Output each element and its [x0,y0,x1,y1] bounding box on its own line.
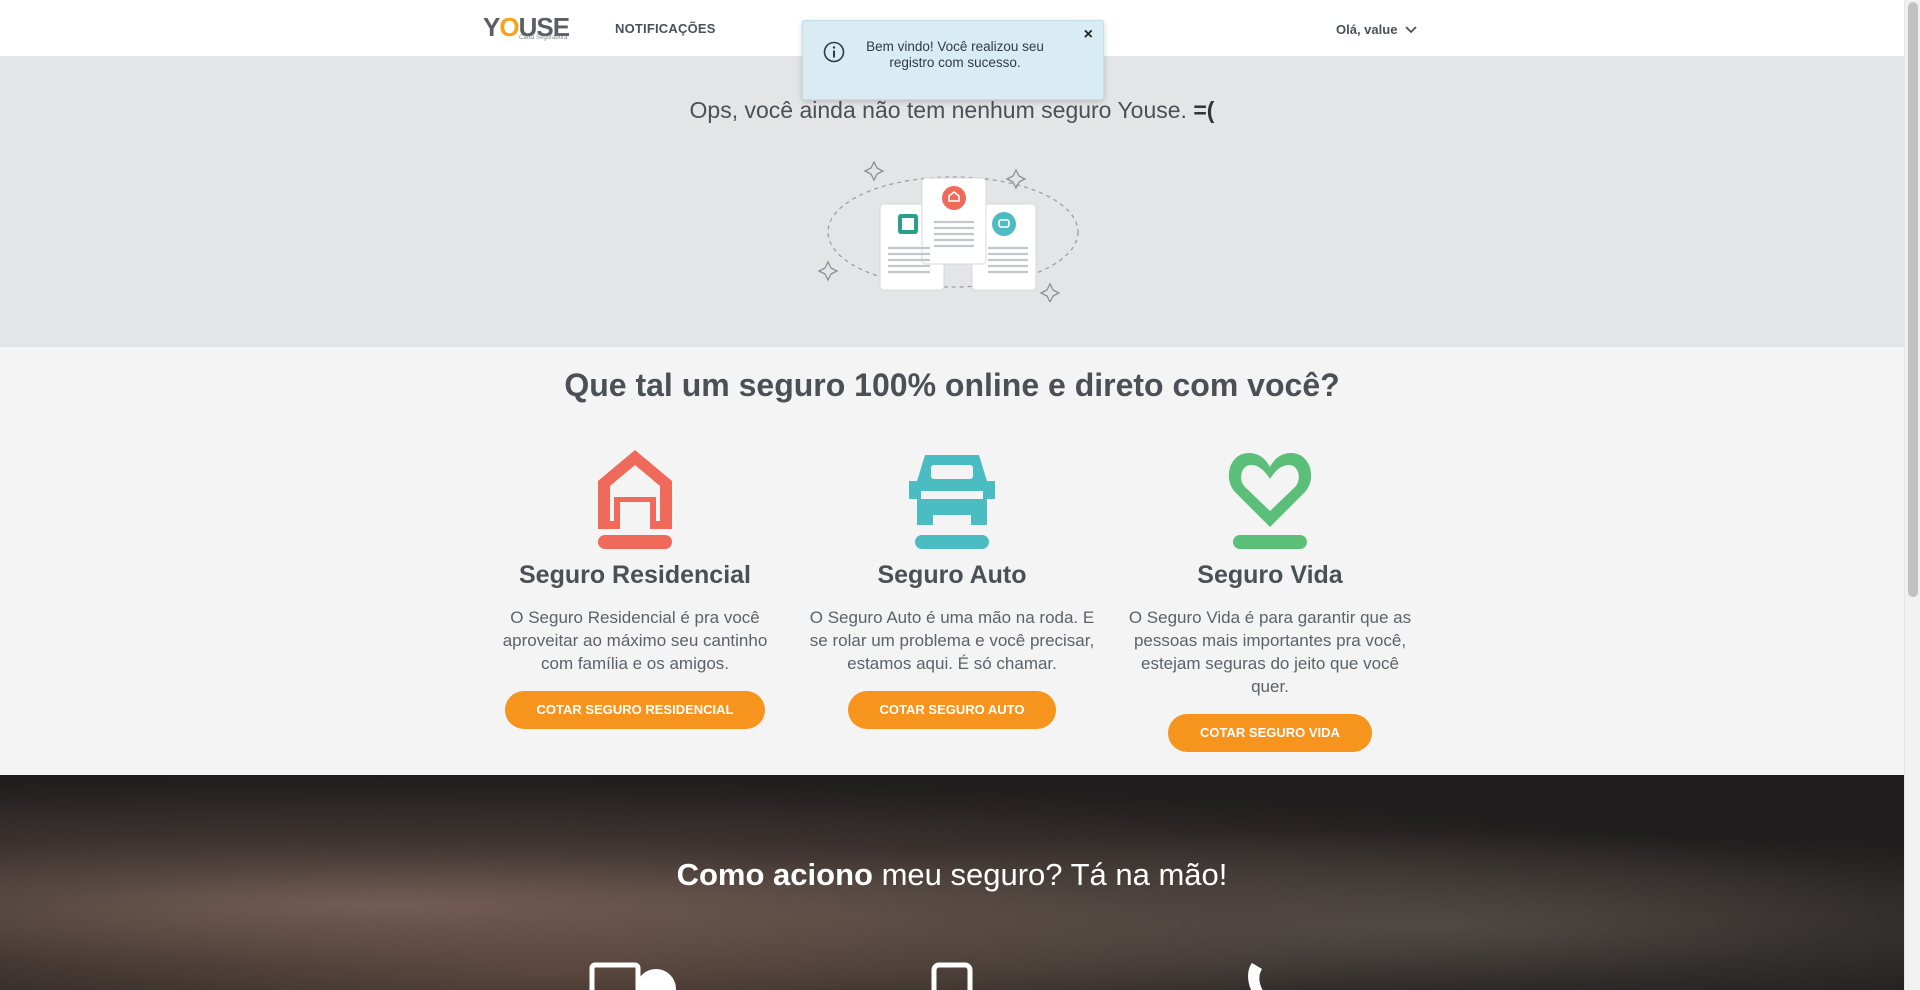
how-title: Como aciono meu seguro? Tá na mão! [0,857,1904,893]
heart-icon [1228,453,1312,549]
how-title-bold: Como aciono [676,857,873,892]
house-icon [598,450,672,549]
nav-notifications-link[interactable]: NOTIFICAÇÕES [615,21,716,36]
scrollbar-thumb[interactable] [1908,2,1918,597]
welcome-toast: Bem vindo! Você realizou seu registro co… [802,20,1104,100]
empty-message-text: Ops, você ainda não tem nenhum seguro Yo… [689,97,1187,123]
toast-message: Bem vindo! Você realizou seu registro co… [866,39,1044,70]
phone-icon [931,962,973,990]
user-greeting: Olá, value [1336,22,1398,37]
offer-title: Seguro Auto [877,561,1027,589]
empty-insurance-section: Ops, você ainda não tem nenhum seguro Yo… [0,57,1904,347]
sad-face-text: =( [1193,97,1215,123]
offer-card-auto: Seguro Auto O Seguro Auto é uma mão na r… [802,447,1102,729]
offer-card-vida: Seguro Vida O Seguro Vida é para garanti… [1120,447,1420,752]
chevron-down-icon [1405,25,1418,33]
documents-illustration [818,160,1079,302]
cotar-vida-button[interactable]: COTAR SEGURO VIDA [1168,714,1372,752]
close-icon[interactable]: × [1084,27,1093,43]
offer-description: O Seguro Auto é uma mão na roda. E se ro… [809,608,1095,673]
offer-title: Seguro Residencial [518,561,752,589]
how-to-use-section: Como aciono meu seguro? Tá na mão! [0,775,1904,990]
laptop-chat-icon [589,962,676,990]
handset-icon [1248,963,1263,990]
logo-subtitle: Caixa Seguradora [519,35,568,41]
info-icon [823,41,845,63]
car-icon [909,455,995,549]
offer-title: Seguro Vida [1197,561,1343,589]
page-scrollbar[interactable] [1904,0,1920,990]
offer-description: O Seguro Residencial é pra você aproveit… [502,608,768,673]
youse-logo[interactable]: YOUSE Caixa Seguradora [483,14,570,44]
insurance-offers-section: Que tal um seguro 100% online e direto c… [0,347,1904,775]
offer-description: O Seguro Vida é para garantir que as pes… [1128,608,1412,696]
offers-title: Que tal um seguro 100% online e direto c… [564,367,1340,403]
user-menu[interactable]: Olá, value [1336,22,1418,37]
offer-card-residencial: Seguro Residencial O Seguro Residencial … [485,447,785,729]
empty-message: Ops, você ainda não tem nenhum seguro Yo… [0,97,1904,124]
how-title-rest: meu seguro? Tá na mão! [872,857,1228,892]
cotar-auto-button[interactable]: COTAR SEGURO AUTO [847,691,1057,729]
cotar-residencial-button[interactable]: COTAR SEGURO RESIDENCIAL [504,691,766,729]
